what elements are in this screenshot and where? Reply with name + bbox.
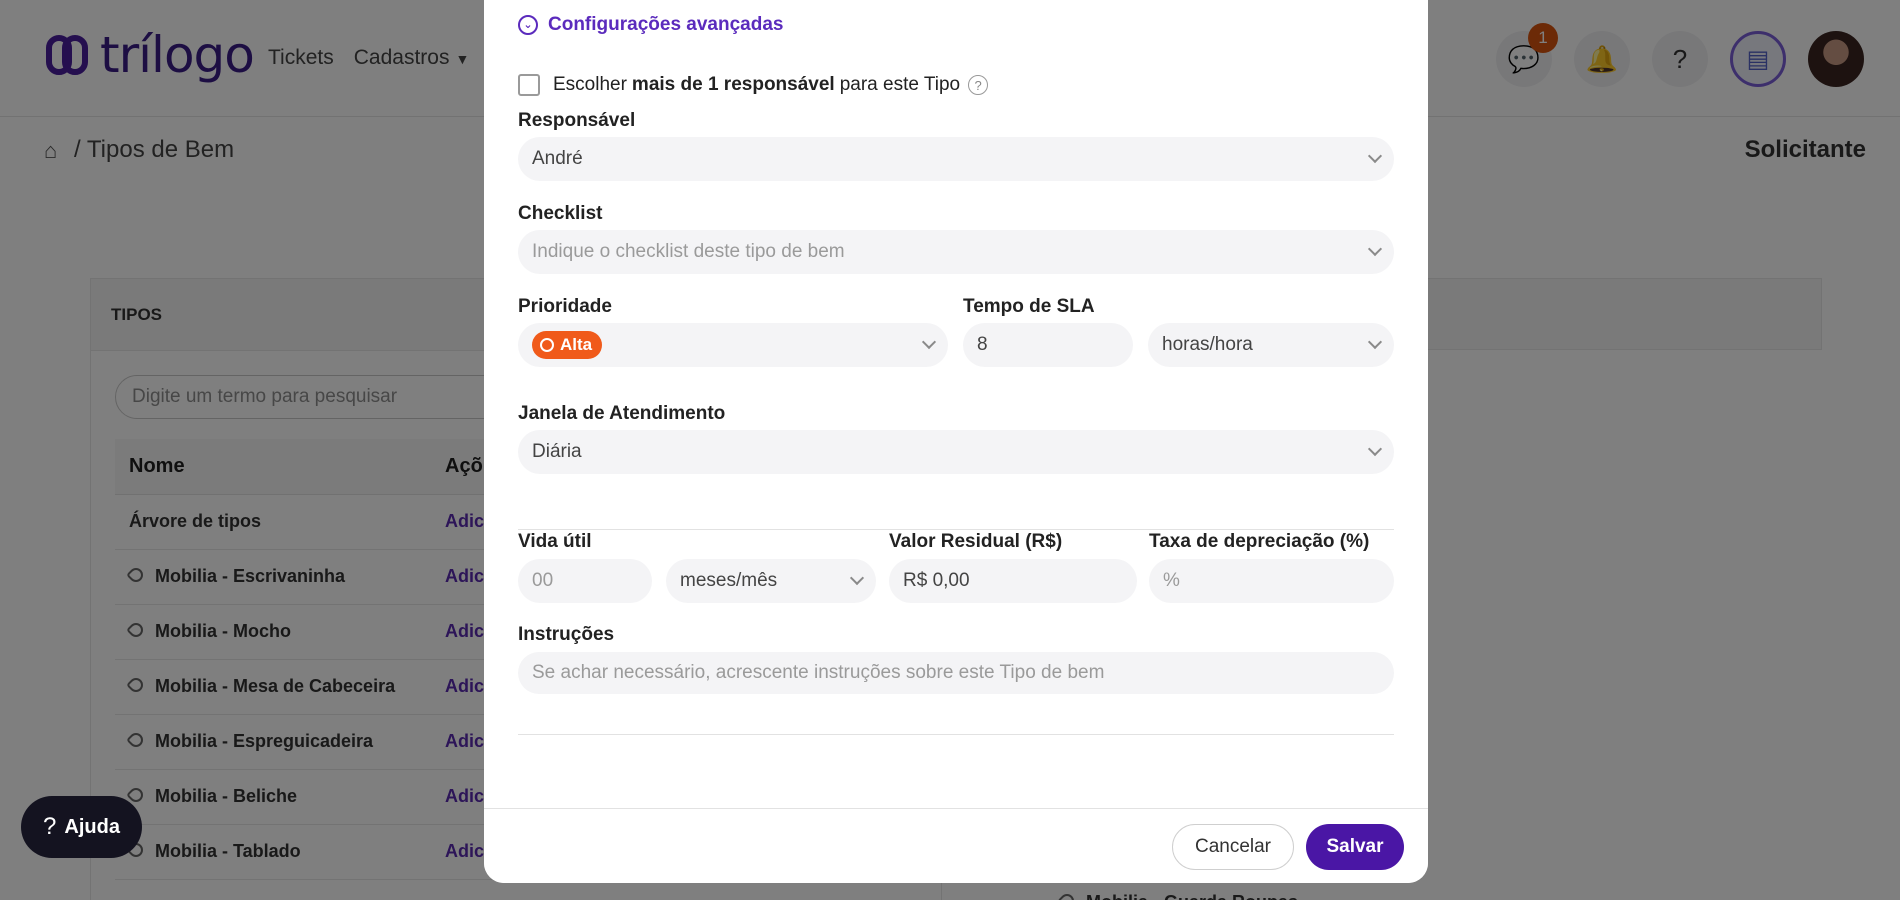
chevron-down-icon bbox=[1367, 441, 1383, 457]
checklist-placeholder: Indique o checklist deste tipo de bem bbox=[532, 241, 845, 262]
help-button-label: Ajuda bbox=[64, 815, 120, 838]
section-divider bbox=[518, 734, 1394, 735]
chevron-down-icon bbox=[849, 570, 865, 586]
sla-unit-value: horas/hora bbox=[1162, 334, 1253, 355]
advanced-settings-toggle[interactable]: ⌄ Configurações avançadas bbox=[518, 14, 783, 36]
cancel-button[interactable]: Cancelar bbox=[1172, 824, 1294, 870]
prioridade-label: Prioridade bbox=[518, 296, 612, 317]
question-icon: ? bbox=[43, 813, 57, 840]
prioridade-select[interactable]: Alta bbox=[518, 323, 948, 367]
taxa-label: Taxa de depreciação (%) bbox=[1149, 531, 1370, 552]
modal-footer: Cancelar Salvar bbox=[484, 808, 1428, 883]
chevron-down-circle-icon: ⌄ bbox=[518, 15, 538, 35]
chevron-down-icon bbox=[1367, 148, 1383, 164]
responsavel-label: Responsável bbox=[518, 110, 636, 131]
chevron-down-icon bbox=[1367, 334, 1383, 350]
vida-util-placeholder: 00 bbox=[532, 570, 554, 591]
valor-residual-label: Valor Residual (R$) bbox=[889, 531, 1063, 552]
advanced-settings-label: Configurações avançadas bbox=[548, 14, 784, 35]
ring-icon bbox=[540, 338, 554, 352]
vida-util-unit-select[interactable]: meses/mês bbox=[666, 559, 876, 603]
valor-residual-input[interactable]: R$ 0,00 bbox=[889, 559, 1137, 603]
multi-responsible-checkbox[interactable] bbox=[518, 74, 540, 96]
instrucoes-label: Instruções bbox=[518, 624, 615, 645]
responsavel-value: André bbox=[532, 148, 583, 169]
vida-util-input[interactable]: 00 bbox=[518, 559, 652, 603]
responsavel-select[interactable]: André bbox=[518, 137, 1394, 181]
sla-input[interactable]: 8 bbox=[963, 323, 1133, 367]
multi-responsible-row: Escolher mais de 1 responsável para este… bbox=[518, 74, 989, 96]
instrucoes-placeholder: Se achar necessário, acrescente instruçõ… bbox=[532, 662, 1105, 683]
taxa-placeholder: % bbox=[1163, 570, 1180, 591]
multi-responsible-prefix: Escolher bbox=[553, 74, 627, 95]
checklist-label: Checklist bbox=[518, 203, 603, 224]
taxa-input[interactable]: % bbox=[1149, 559, 1394, 603]
janela-select[interactable]: Diária bbox=[518, 430, 1394, 474]
help-button[interactable]: ? Ajuda bbox=[21, 796, 142, 858]
janela-label: Janela de Atendimento bbox=[518, 403, 726, 424]
priority-value: Alta bbox=[560, 335, 593, 354]
edit-type-modal: ⌄ Configurações avançadas Escolher mais … bbox=[484, 0, 1428, 883]
vida-util-label: Vida útil bbox=[518, 531, 592, 552]
valor-residual-value: R$ 0,00 bbox=[903, 570, 970, 591]
chevron-down-icon bbox=[1367, 241, 1383, 257]
save-button[interactable]: Salvar bbox=[1306, 824, 1404, 870]
section-divider bbox=[518, 529, 1394, 530]
priority-pill: Alta bbox=[532, 331, 603, 359]
sla-unit-select[interactable]: horas/hora bbox=[1148, 323, 1394, 367]
checklist-select[interactable]: Indique o checklist deste tipo de bem bbox=[518, 230, 1394, 274]
chevron-down-icon bbox=[921, 334, 937, 350]
instrucoes-input[interactable]: Se achar necessário, acrescente instruçõ… bbox=[518, 652, 1394, 694]
sla-label: Tempo de SLA bbox=[963, 296, 1095, 317]
multi-responsible-bold: mais de 1 responsável bbox=[631, 74, 835, 95]
help-tooltip-icon[interactable]: ? bbox=[968, 75, 989, 95]
vida-util-unit-value: meses/mês bbox=[680, 570, 778, 591]
sla-value: 8 bbox=[977, 334, 988, 355]
janela-value: Diária bbox=[532, 441, 582, 462]
multi-responsible-suffix: para este Tipo bbox=[839, 74, 961, 95]
